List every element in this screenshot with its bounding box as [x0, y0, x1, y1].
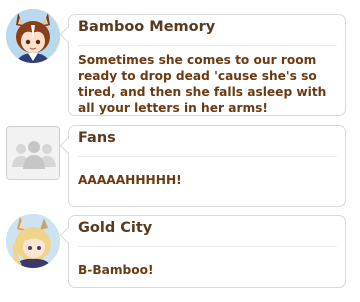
bamboo-memory-avatar	[6, 9, 60, 63]
message-bubble: Fans AAAAAHHHHH!	[68, 125, 346, 207]
message-bubble: Gold City B-Bamboo!	[68, 215, 346, 288]
character-avatar-icon	[6, 214, 60, 268]
divider	[78, 156, 337, 157]
gold-city-avatar	[6, 214, 60, 268]
group-silhouette-icon	[7, 127, 59, 179]
message-text: B-Bamboo!	[78, 263, 154, 277]
message-bubble: Bamboo Memory Sometimes she comes to our…	[68, 14, 346, 116]
message-text: AAAAAHHHHH!	[78, 173, 182, 187]
divider	[78, 246, 337, 247]
divider	[78, 45, 337, 46]
next-avatar-partial	[14, 296, 54, 302]
fans-avatar	[6, 126, 60, 180]
sender-name: Fans	[78, 130, 116, 146]
sender-name: Gold City	[78, 220, 153, 236]
sender-name: Bamboo Memory	[78, 19, 216, 35]
character-avatar-icon	[6, 9, 60, 63]
message-text: Sometimes she comes to our room ready to…	[78, 53, 327, 115]
